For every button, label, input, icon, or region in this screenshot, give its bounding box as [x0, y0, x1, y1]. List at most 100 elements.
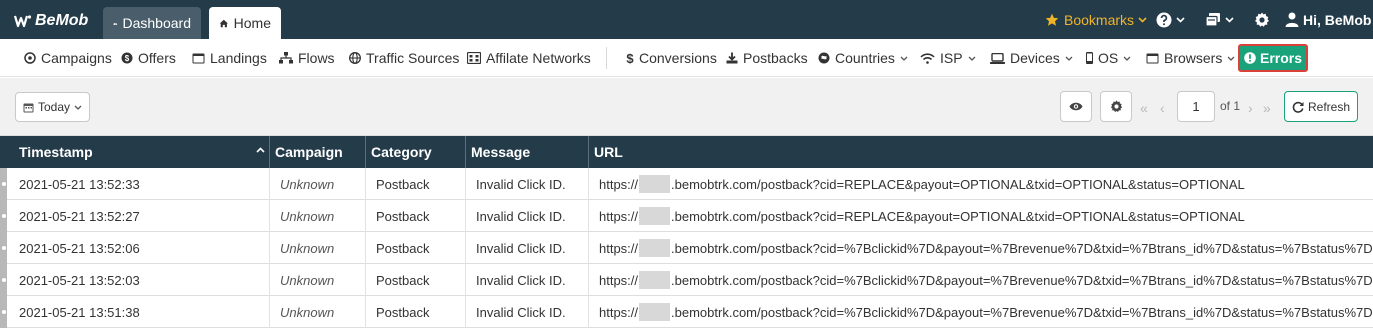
nav-errors[interactable]: Errors	[1238, 44, 1308, 72]
tab-home[interactable]: Home	[209, 7, 281, 39]
nav-postbacks-label: Postbacks	[743, 50, 808, 66]
nav-campaigns[interactable]: Campaigns	[24, 39, 112, 77]
cell-campaign: Unknown	[270, 200, 366, 232]
reports-menu[interactable]	[1205, 0, 1234, 39]
nav-browsers[interactable]: Browsers	[1146, 39, 1235, 77]
url-rest: .bemobtrk.com/postback?cid=%7Bclickid%7D…	[671, 272, 1373, 288]
target-icon	[24, 52, 36, 64]
row-handle[interactable]	[0, 232, 7, 264]
cell-timestamp: 2021-05-21 13:52:27	[7, 200, 270, 232]
prev-page-icon[interactable]: ‹	[1160, 100, 1165, 116]
first-page-icon[interactable]: «	[1140, 100, 1148, 116]
table-row[interactable]: 2021-05-21 13:52:27 Unknown Postback Inv…	[0, 200, 1373, 232]
logo-text: BeMob	[35, 12, 89, 29]
cell-message: Invalid Click ID.	[466, 168, 589, 200]
nav-offers[interactable]: $ Offers	[121, 39, 176, 77]
help-icon	[1156, 12, 1172, 27]
top-bar: BeMob Dashboard Home Bookmarks Hi, BeMob	[0, 0, 1373, 39]
column-header-timestamp-label: Timestamp	[19, 144, 93, 160]
bookmarks-label: Bookmarks	[1064, 11, 1135, 28]
column-header-url-label: URL	[594, 144, 623, 160]
svg-text:$: $	[125, 54, 130, 63]
date-range-dropdown[interactable]: Today	[15, 92, 90, 122]
nav-affiliate-networks-label: Affilate Networks	[486, 50, 591, 66]
nav-flows[interactable]: Flows	[279, 39, 335, 77]
help-menu[interactable]	[1156, 0, 1185, 39]
column-header-message[interactable]: Message	[466, 136, 589, 168]
bemob-logo[interactable]: BeMob	[14, 11, 88, 31]
nav-postbacks[interactable]: Postbacks	[726, 39, 808, 77]
page-number-input[interactable]: 1	[1177, 91, 1215, 122]
url-prefix: https://	[599, 240, 639, 256]
cell-timestamp: 2021-05-21 13:52:06	[7, 232, 270, 264]
cell-campaign: Unknown	[270, 168, 366, 200]
cell-campaign: Unknown	[270, 264, 366, 296]
landing-icon	[192, 53, 205, 63]
nav-affiliate-networks[interactable]: Affilate Networks	[467, 39, 591, 77]
row-handle[interactable]	[0, 200, 7, 232]
table-row[interactable]: 2021-05-21 13:51:38 Unknown Postback Inv…	[0, 296, 1373, 328]
cell-message: Invalid Click ID.	[466, 264, 589, 296]
cell-message: Invalid Click ID.	[466, 296, 589, 328]
cell-message: Invalid Click ID.	[466, 232, 589, 264]
tab-dashboard[interactable]: Dashboard	[103, 7, 201, 39]
redacted-block	[639, 271, 671, 289]
gauge-icon	[113, 22, 118, 25]
wifi-icon	[920, 52, 935, 64]
redacted-block	[639, 207, 671, 225]
column-header-timestamp[interactable]: Timestamp	[0, 136, 270, 168]
url-prefix: https://	[599, 272, 639, 288]
table-row[interactable]: 2021-05-21 13:52:03 Unknown Postback Inv…	[0, 264, 1373, 296]
chevron-down-icon	[1227, 56, 1235, 61]
nav-conversions[interactable]: $ Conversions	[626, 39, 716, 77]
table-row[interactable]: 2021-05-21 13:52:06 Unknown Postback Inv…	[0, 232, 1373, 264]
settings-button[interactable]	[1254, 0, 1270, 39]
nav-landings[interactable]: Landings	[192, 39, 267, 77]
row-handle[interactable]	[0, 168, 7, 200]
nav-traffic-sources-label: Traffic Sources	[366, 50, 460, 66]
user-menu[interactable]: Hi, BeMob	[1285, 0, 1371, 39]
nav-isp[interactable]: ISP	[920, 39, 976, 77]
table-row[interactable]: 2021-05-21 13:52:33 Unknown Postback Inv…	[0, 168, 1373, 200]
refresh-label: Refresh	[1307, 99, 1351, 114]
column-visibility-button[interactable]	[1060, 91, 1092, 122]
refresh-icon	[1292, 101, 1304, 113]
nav-campaigns-label: Campaigns	[41, 50, 112, 66]
column-header-category[interactable]: Category	[366, 136, 466, 168]
url-rest: .bemobtrk.com/postback?cid=REPLACE&payou…	[671, 208, 1245, 224]
cell-url: https:// .bemobtrk.com/postback?cid=%7Bcl…	[589, 264, 1373, 296]
dollar-icon: $	[626, 52, 634, 65]
column-header-campaign[interactable]: Campaign	[270, 136, 366, 168]
nav-browsers-label: Browsers	[1164, 50, 1223, 66]
row-handle[interactable]	[0, 264, 7, 296]
mobile-icon	[1086, 52, 1093, 64]
chevron-down-icon	[900, 56, 908, 61]
row-handle[interactable]	[0, 296, 7, 328]
nav-traffic-sources[interactable]: Traffic Sources	[349, 39, 459, 77]
flow-icon	[279, 52, 293, 64]
last-page-icon[interactable]: »	[1263, 100, 1271, 116]
nav-os-label: OS	[1098, 50, 1119, 66]
nav-countries[interactable]: Countries	[818, 39, 908, 77]
cell-url: https:// .bemobtrk.com/postback?cid=REPLA…	[589, 168, 1373, 200]
table-settings-button[interactable]	[1100, 91, 1132, 122]
nav-devices-label: Devices	[1010, 50, 1060, 66]
column-header-category-label: Category	[371, 144, 432, 160]
page-total: of 1	[1220, 99, 1241, 113]
copy-icon	[1205, 13, 1220, 27]
nav-os[interactable]: OS	[1086, 39, 1131, 77]
url-rest: .bemobtrk.com/postback?cid=REPLACE&payou…	[671, 176, 1245, 192]
cell-url: https:// .bemobtrk.com/postback?cid=%7Bcl…	[589, 232, 1373, 264]
row-handle-dot	[2, 246, 6, 250]
chevron-down-icon	[1123, 56, 1131, 61]
cell-campaign: Unknown	[270, 296, 366, 328]
gear-icon	[1110, 100, 1122, 113]
redacted-block	[639, 303, 671, 321]
refresh-button[interactable]: Refresh	[1284, 91, 1358, 122]
bookmarks-menu[interactable]: Bookmarks	[1045, 0, 1152, 39]
column-header-url[interactable]: URL	[589, 136, 1373, 168]
nav-devices[interactable]: Devices	[990, 39, 1073, 77]
next-page-icon[interactable]: ›	[1248, 100, 1253, 116]
column-header-message-label: Message	[471, 144, 531, 160]
redacted-block	[639, 175, 671, 193]
